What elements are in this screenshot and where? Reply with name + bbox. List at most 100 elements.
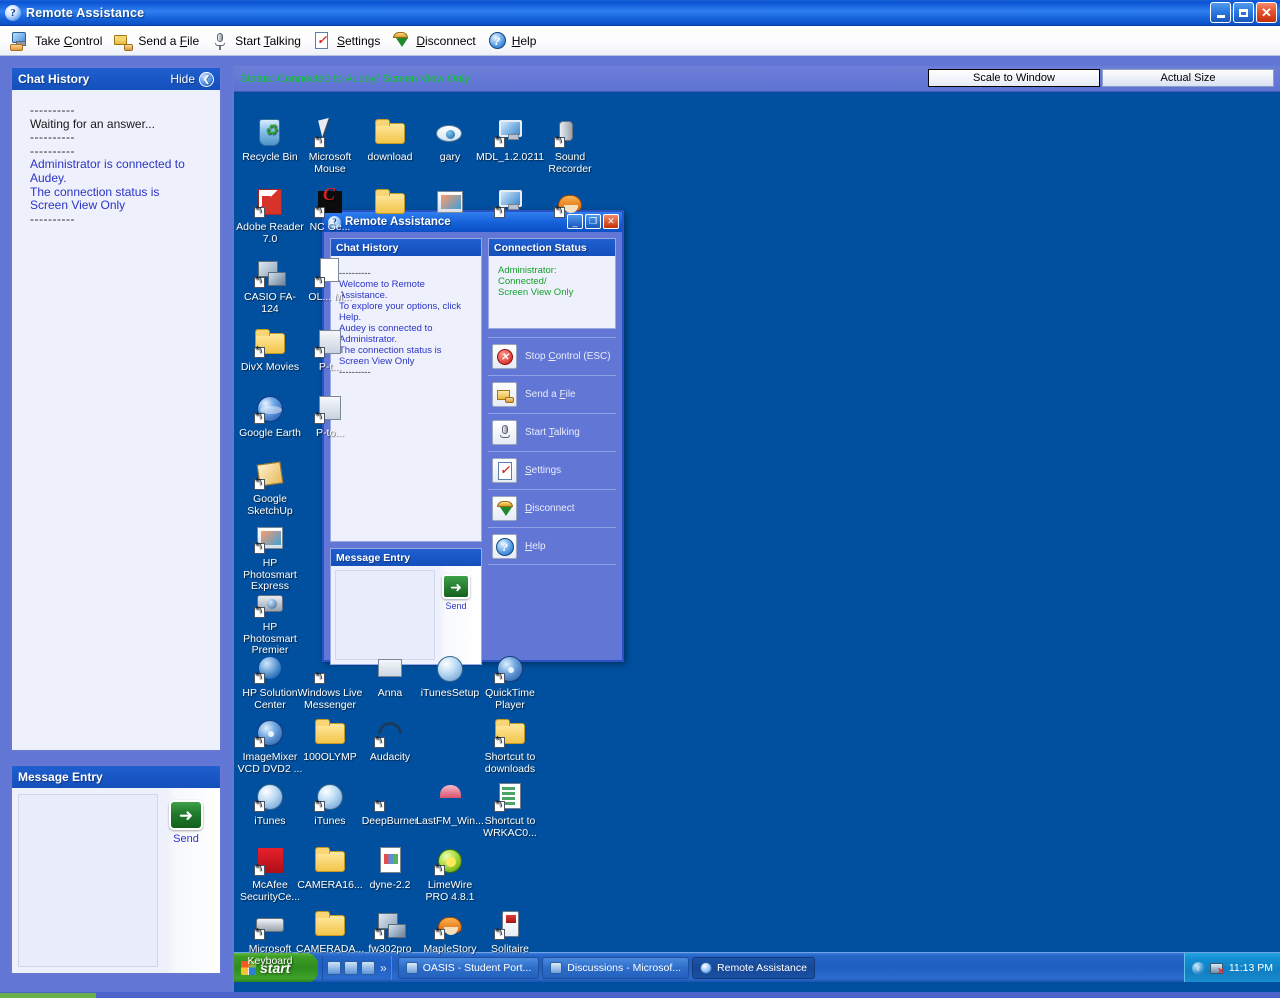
toolbar-help[interactable]: ? Help [485, 28, 546, 54]
inner-message-entry-panel: Message Entry ➜ Send [330, 548, 482, 665]
desktop-icon[interactable]: Anna [356, 653, 424, 700]
send-button[interactable]: ➜ [169, 800, 203, 830]
desktop-icon[interactable]: HP Photosmart Premier [236, 587, 304, 657]
desktop-icon[interactable]: P-t... [296, 327, 364, 374]
minimize-button[interactable] [1210, 2, 1231, 23]
action-disconnect[interactable]: Disconnect [488, 489, 616, 527]
quick-launch-icon[interactable] [327, 960, 341, 975]
help-circle-icon: ? [492, 533, 517, 559]
close-button[interactable]: ✕ [1256, 2, 1277, 23]
desktop-icon[interactable]: iTunes [296, 781, 364, 828]
desktop-icon[interactable] [416, 187, 484, 222]
desktop-icon-label: Solitaire [491, 943, 529, 955]
desktop-icon[interactable] [536, 187, 604, 222]
desktop-icon-label: QuickTime Player [485, 687, 535, 711]
desktop-icon[interactable]: LastFM_Win... [416, 781, 484, 828]
action-stop-control[interactable]: ✕ Stop Control (ESC) [488, 337, 616, 375]
chat-line: Help. [339, 312, 362, 323]
toolbar-send-a-file[interactable]: Send a File [111, 28, 208, 54]
pc-icon [254, 257, 286, 289]
desktop-icon[interactable]: CASIO FA-124 [236, 257, 304, 315]
desktop-icon[interactable]: DivX Movies [236, 327, 304, 374]
toolbar-settings[interactable]: ✓ Settings [310, 28, 389, 54]
taskbar-button[interactable]: OASIS - Student Port... [397, 956, 540, 979]
desktop-icon[interactable]: MDL_1.2.0211 [476, 117, 544, 164]
desktop-icon[interactable]: CAMERADA... [296, 909, 364, 956]
desktop-icon[interactable]: NC Ge... [296, 187, 364, 234]
envelope-hand-icon [113, 31, 134, 51]
desktop-icon-label: P-to... [315, 427, 344, 439]
desktop-icon[interactable]: McAfee SecurityCe... [236, 845, 304, 903]
desktop-icon[interactable]: dyne-2.2 [356, 845, 424, 892]
desktop-icon[interactable]: Recycle Bin [236, 117, 304, 164]
desktop-icon-label: Adobe Reader 7.0 [236, 221, 304, 245]
desktop-icon-label: 100OLYMP [303, 751, 357, 763]
taskbar-button[interactable]: Discussions - Microsof... [542, 956, 690, 979]
desktop-icon[interactable]: download [356, 117, 424, 164]
restore-button[interactable] [1233, 2, 1254, 23]
desktop-icon[interactable]: Windows Live Messenger [296, 653, 364, 711]
checklist-icon: ✓ [492, 458, 517, 483]
sketch-icon [254, 459, 286, 491]
quick-launch-more-icon[interactable]: » [380, 961, 387, 975]
quick-launch-icon[interactable] [344, 960, 358, 975]
desktop-icon[interactable]: LimeWire PRO 4.8.1 [416, 845, 484, 903]
toolbar-disconnect[interactable]: Disconnect [389, 28, 484, 54]
action-settings[interactable]: ✓ Settings [488, 451, 616, 489]
action-start-talking[interactable]: Start Talking [488, 413, 616, 451]
desktop-icon[interactable]: P-to... [296, 393, 364, 440]
hide-chat-button[interactable]: Hide ❮ [170, 71, 214, 87]
inner-message-input[interactable] [335, 570, 435, 660]
desktop-icon[interactable]: ImageMixer VCD DVD2 ... [236, 717, 304, 775]
chat-line: Administrator is connected to [30, 157, 185, 172]
desktop-icon[interactable]: Microsoft Keyboard [236, 909, 304, 967]
desktop-icon[interactable]: Solitaire [476, 909, 544, 956]
toolbar-take-control[interactable]: Take Control [8, 28, 111, 54]
desktop-icon[interactable]: gary [416, 117, 484, 164]
desktop-icon[interactable]: Microsoft Mouse [296, 117, 364, 175]
tray-clock[interactable]: 11:13 PM [1229, 962, 1273, 974]
desktop-icon-label: HP Solution Center [242, 687, 298, 711]
desktop-icon-label: Google Earth [239, 427, 301, 439]
desktop-icon-label: ImageMixer VCD DVD2 ... [237, 751, 303, 775]
desktop-icon[interactable]: QuickTime Player [476, 653, 544, 711]
message-entry-body: ➜ Send [12, 788, 220, 973]
desktop-icon[interactable]: iTunesSetup [416, 653, 484, 700]
taskbar-button[interactable]: Remote Assistance [692, 956, 815, 979]
shortcut-arrow-icon [314, 413, 325, 424]
desktop-icon[interactable]: HP Solution Center [236, 653, 304, 711]
desktop-icon-label: CAMERA16... [297, 879, 363, 891]
action-help[interactable]: ? Help [488, 527, 616, 565]
desktop-icon[interactable]: iTunes [236, 781, 304, 828]
actual-size-button[interactable]: Actual Size [1102, 69, 1274, 87]
tray-expand-icon[interactable]: ‹ [1191, 961, 1205, 975]
desktop-icon[interactable]: 100OLYMP [296, 717, 364, 764]
desktop-icon[interactable]: fw302pro [356, 909, 424, 956]
inner-close-button[interactable]: ✕ [603, 214, 619, 229]
desktop-icon[interactable]: MapleStory [416, 909, 484, 956]
desktop-icon-label: Shortcut to downloads [484, 751, 536, 775]
inner-send-button[interactable]: ➜ [442, 574, 470, 599]
network-disconnected-icon[interactable] [1209, 962, 1225, 977]
toolbar-start-talking[interactable]: Start Talking [208, 28, 310, 54]
desktop-icon[interactable]: Sound Recorder [536, 117, 604, 175]
desktop-icon[interactable]: Google SketchUp [236, 459, 304, 517]
desktop-icon[interactable]: OL... M... [296, 257, 364, 304]
desktop-icon[interactable]: Audacity [356, 717, 424, 764]
scale-to-window-button[interactable]: Scale to Window [928, 69, 1100, 87]
desktop-icon[interactable]: Shortcut to downloads [476, 717, 544, 775]
desktop-icon[interactable]: CAMERA16... [296, 845, 364, 892]
desktop-icon[interactable]: Shortcut to WRKAC0... [476, 781, 544, 839]
desktop-icon[interactable]: DeepBurner [356, 781, 424, 828]
inner-action-list: ✕ Stop Control (ESC) Send a File Start T… [488, 337, 616, 565]
quick-launch-icon[interactable] [361, 960, 375, 975]
chat-line: ---------- [30, 103, 75, 117]
desktop-icon[interactable] [476, 187, 544, 222]
desktop-icon[interactable] [356, 187, 424, 222]
desktop-icon[interactable]: HP Photosmart Express [236, 523, 304, 593]
message-input[interactable] [18, 794, 158, 967]
desktop-icon[interactable]: Adobe Reader 7.0 [236, 187, 304, 245]
pdf-icon [254, 187, 286, 219]
desktop-icon[interactable]: Google Earth [236, 393, 304, 440]
action-send-a-file[interactable]: Send a File [488, 375, 616, 413]
